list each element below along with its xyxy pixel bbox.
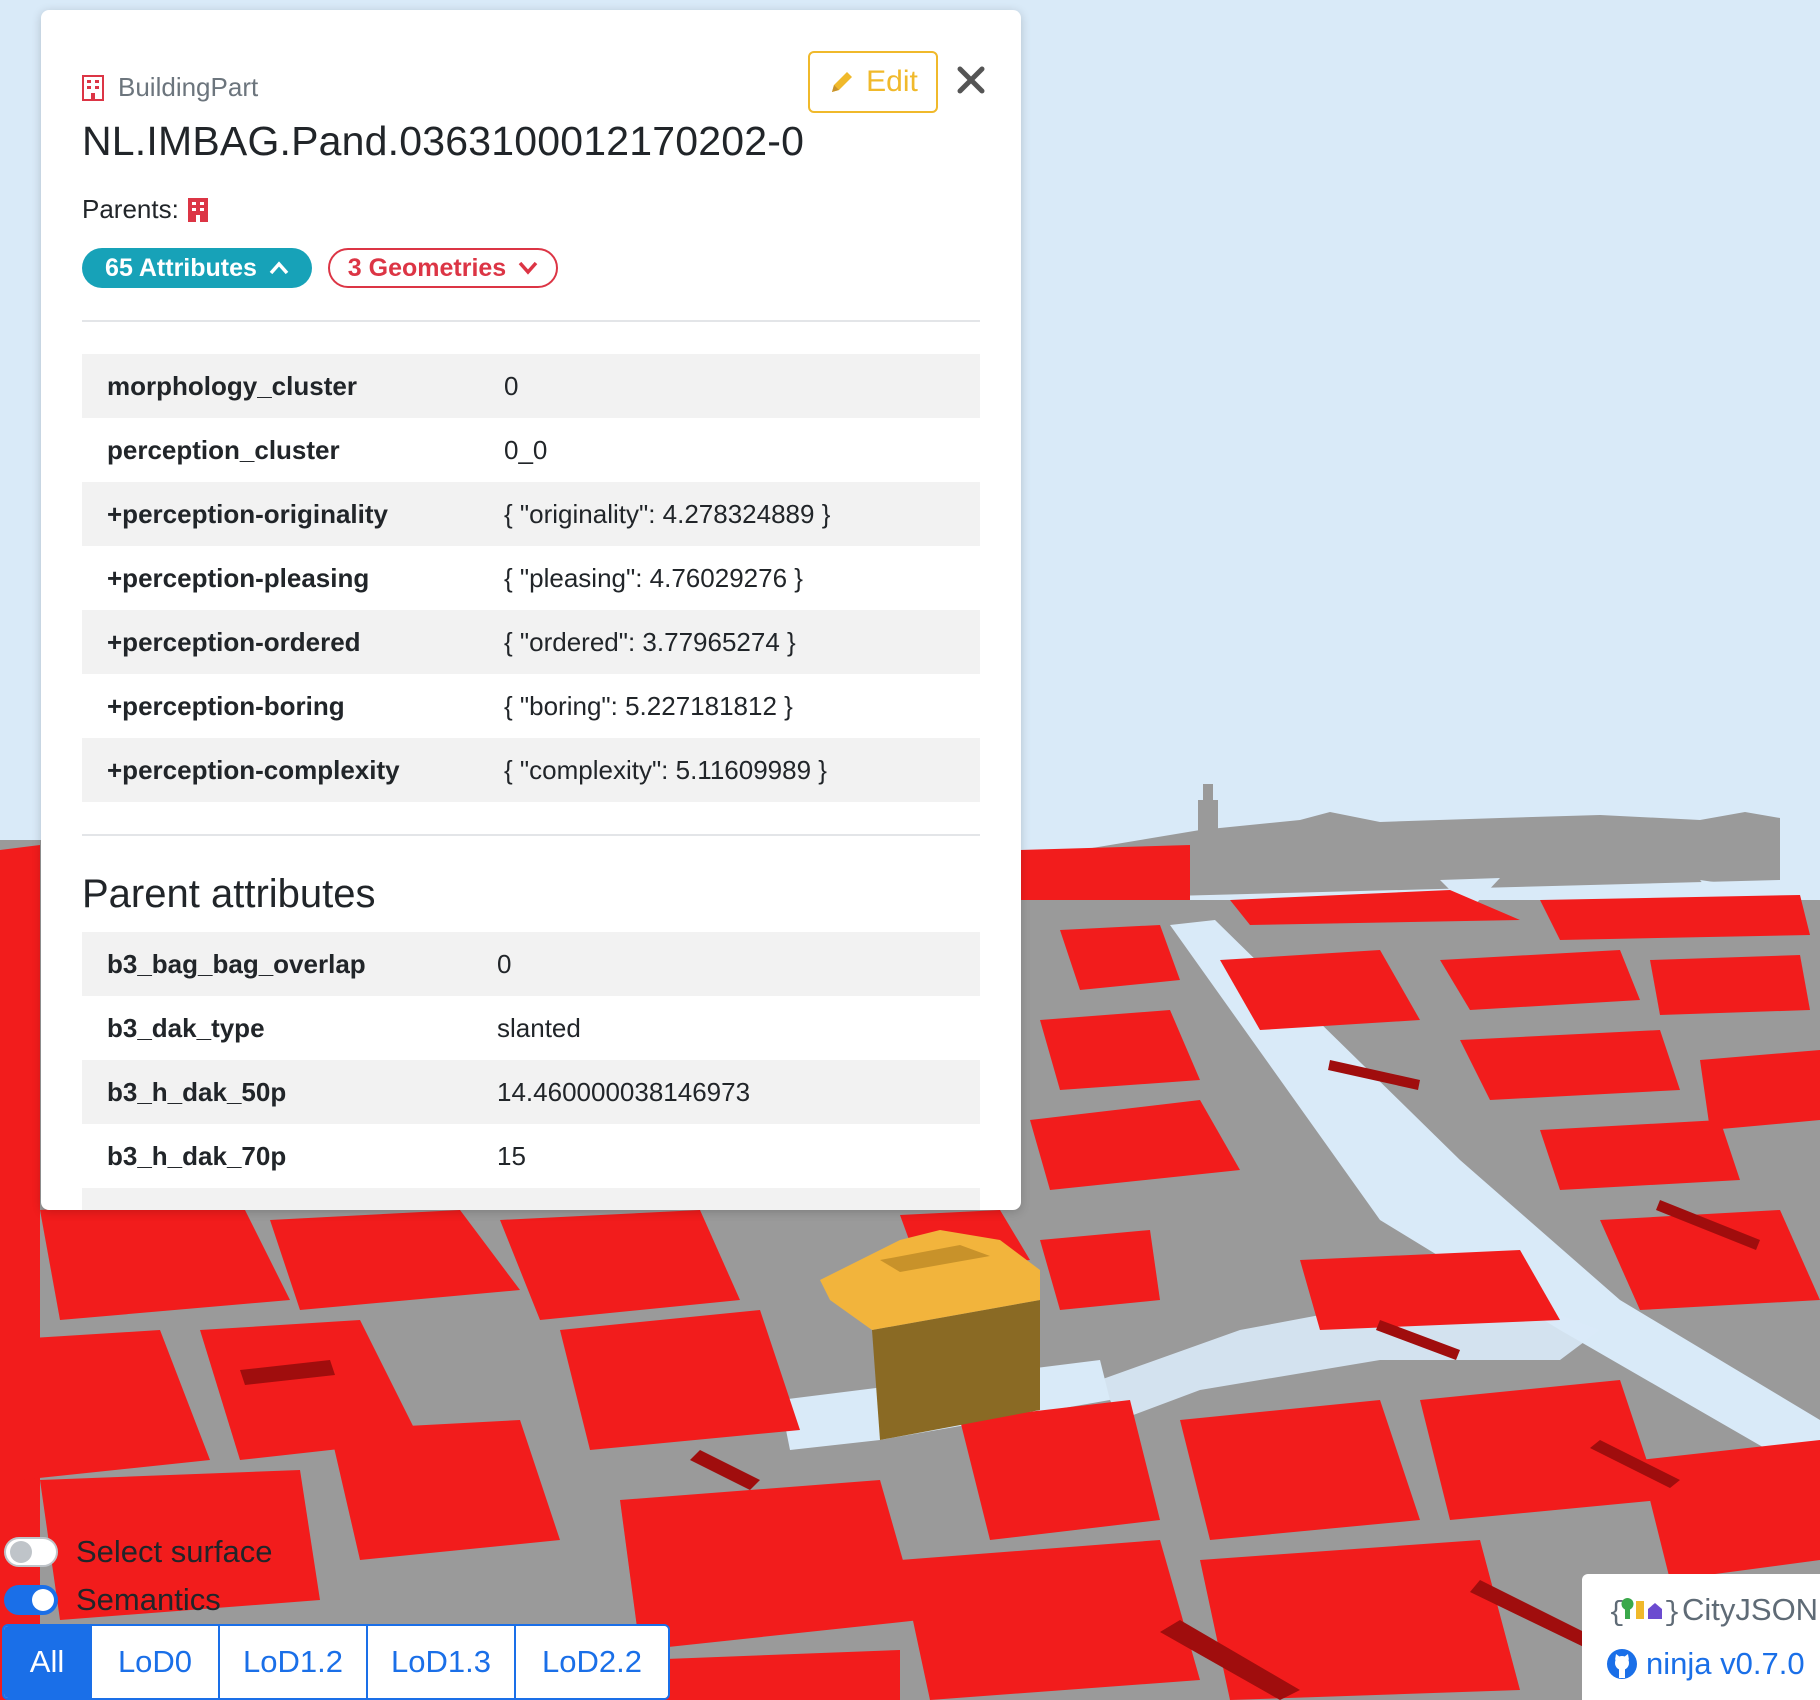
edit-button-label: Edit	[866, 65, 918, 98]
building-icon	[82, 74, 104, 101]
table-row: +perception-ordered{ "ordered": 3.779652…	[82, 610, 980, 674]
edit-button[interactable]: Edit	[808, 51, 938, 113]
divider	[82, 834, 980, 836]
lod-button-all[interactable]: All	[4, 1626, 90, 1698]
branding-box: { } CityJSON ninja v0.7.0	[1582, 1574, 1820, 1700]
select-surface-toggle[interactable]: Select surface	[4, 1534, 272, 1570]
parents-label: Parents:	[82, 194, 179, 224]
attribute-value: 0	[504, 354, 980, 418]
attribute-value: { "ordered": 3.77965274 }	[504, 610, 980, 674]
semantics-label: Semantics	[76, 1582, 221, 1617]
chevron-up-icon	[269, 261, 289, 275]
table-row: +perception-originality{ "originality": …	[82, 482, 980, 546]
cityjson-logo: { } CityJSON	[1608, 1592, 1818, 1628]
attribute-value: slanted	[497, 1012, 581, 1043]
toggle-switch[interactable]	[4, 1585, 58, 1615]
attribute-value	[497, 1188, 980, 1210]
attribute-value: { "complexity": 5.11609989 }	[504, 738, 980, 802]
object-id-title: NL.IMBAG.Pand.0363100012170202-0	[82, 118, 805, 164]
toggle-switch[interactable]	[4, 1537, 58, 1567]
attribute-value: 0_0	[504, 434, 548, 465]
table-row: morphology_cluster 0	[82, 354, 980, 418]
table-row: +perception-boring { "boring": 5.22718181…	[82, 674, 980, 738]
attribute-key: b3_h_dak_50p	[82, 1060, 497, 1124]
attribute-key	[82, 1188, 497, 1210]
attribute-value: { "boring": 5.227181812 }	[504, 690, 793, 721]
parent-attributes-heading: Parent attributes	[82, 872, 376, 916]
attribute-key: perception_cluster	[107, 434, 340, 465]
pencil-icon	[832, 72, 853, 92]
attributes-toggle-button[interactable]: 65 Attributes	[82, 248, 312, 288]
parents-row: Parents:	[82, 194, 209, 225]
attribute-key: +perception-boring	[107, 690, 345, 721]
ninja-version-link[interactable]: ninja v0.7.0	[1606, 1646, 1805, 1682]
parent-attributes-table: b3_bag_bag_overlap 0 b3_dak_type slanted b…	[82, 932, 980, 1210]
building-icon[interactable]	[187, 197, 209, 223]
geometries-toggle-label: 3 Geometries	[347, 253, 507, 282]
attribute-key: morphology_cluster	[82, 354, 504, 418]
table-row: b3_h_dak_50p 14.460000038146973	[82, 1060, 980, 1124]
cityjson-logo-text: CityJSON	[1682, 1592, 1819, 1627]
table-row	[82, 1188, 980, 1210]
lod-button-group: All LoD0 LoD1.2 LoD1.3 LoD2.2	[2, 1624, 670, 1700]
attribute-key: +perception-complexity	[82, 738, 504, 802]
attribute-value: { "pleasing": 4.76029276 }	[504, 562, 803, 593]
table-row: b3_dak_type slanted	[82, 996, 980, 1060]
geometries-toggle-button[interactable]: 3 Geometries	[328, 248, 558, 288]
table-row: +perception-complexity{ "complexity": 5.…	[82, 738, 980, 802]
github-icon	[1607, 1649, 1637, 1679]
select-surface-label: Select surface	[76, 1534, 273, 1569]
cityjson-logo-icon: { }	[1608, 1598, 1678, 1627]
table-row: +perception-pleasing { "pleasing": 4.7602…	[82, 546, 980, 610]
attribute-key: b3_h_dak_70p	[107, 1140, 287, 1171]
lod-button-lod2-2[interactable]: LoD2.2	[514, 1626, 668, 1698]
table-row: b3_h_dak_70p 15	[82, 1124, 980, 1188]
object-type-label: BuildingPart	[118, 72, 259, 102]
semantics-toggle[interactable]: Semantics	[4, 1582, 221, 1618]
close-button[interactable]	[947, 56, 995, 104]
close-icon	[957, 66, 985, 94]
attributes-toggle-label: 65 Attributes	[105, 253, 257, 282]
attribute-key: +perception-ordered	[82, 610, 504, 674]
attribute-value: 15	[497, 1140, 526, 1171]
lod-button-lod0[interactable]: LoD0	[90, 1626, 218, 1698]
table-row: perception_cluster 0_0	[82, 418, 980, 482]
attribute-key: +perception-pleasing	[107, 562, 370, 593]
attribute-value: 14.460000038146973	[497, 1060, 980, 1124]
object-info-panel: BuildingPart NL.IMBAG.Pand.0363100012170…	[41, 10, 1021, 1210]
lod-button-lod1-2[interactable]: LoD1.2	[218, 1626, 366, 1698]
attribute-key: b3_bag_bag_overlap	[82, 932, 497, 996]
table-row: b3_bag_bag_overlap 0	[82, 932, 980, 996]
attribute-key: b3_dak_type	[107, 1012, 265, 1043]
svg-text:}: }	[1664, 1598, 1678, 1627]
chevron-down-icon	[518, 261, 538, 275]
attribute-value: { "originality": 4.278324889 }	[504, 482, 980, 546]
object-type-row: BuildingPart	[82, 72, 258, 103]
attribute-value: 0	[497, 932, 980, 996]
divider	[82, 320, 980, 322]
ninja-version-label: ninja v0.7.0	[1646, 1646, 1805, 1681]
attribute-key: +perception-originality	[82, 482, 504, 546]
lod-button-lod1-3[interactable]: LoD1.3	[366, 1626, 514, 1698]
attributes-table: morphology_cluster 0 perception_cluster 0_…	[82, 354, 980, 802]
